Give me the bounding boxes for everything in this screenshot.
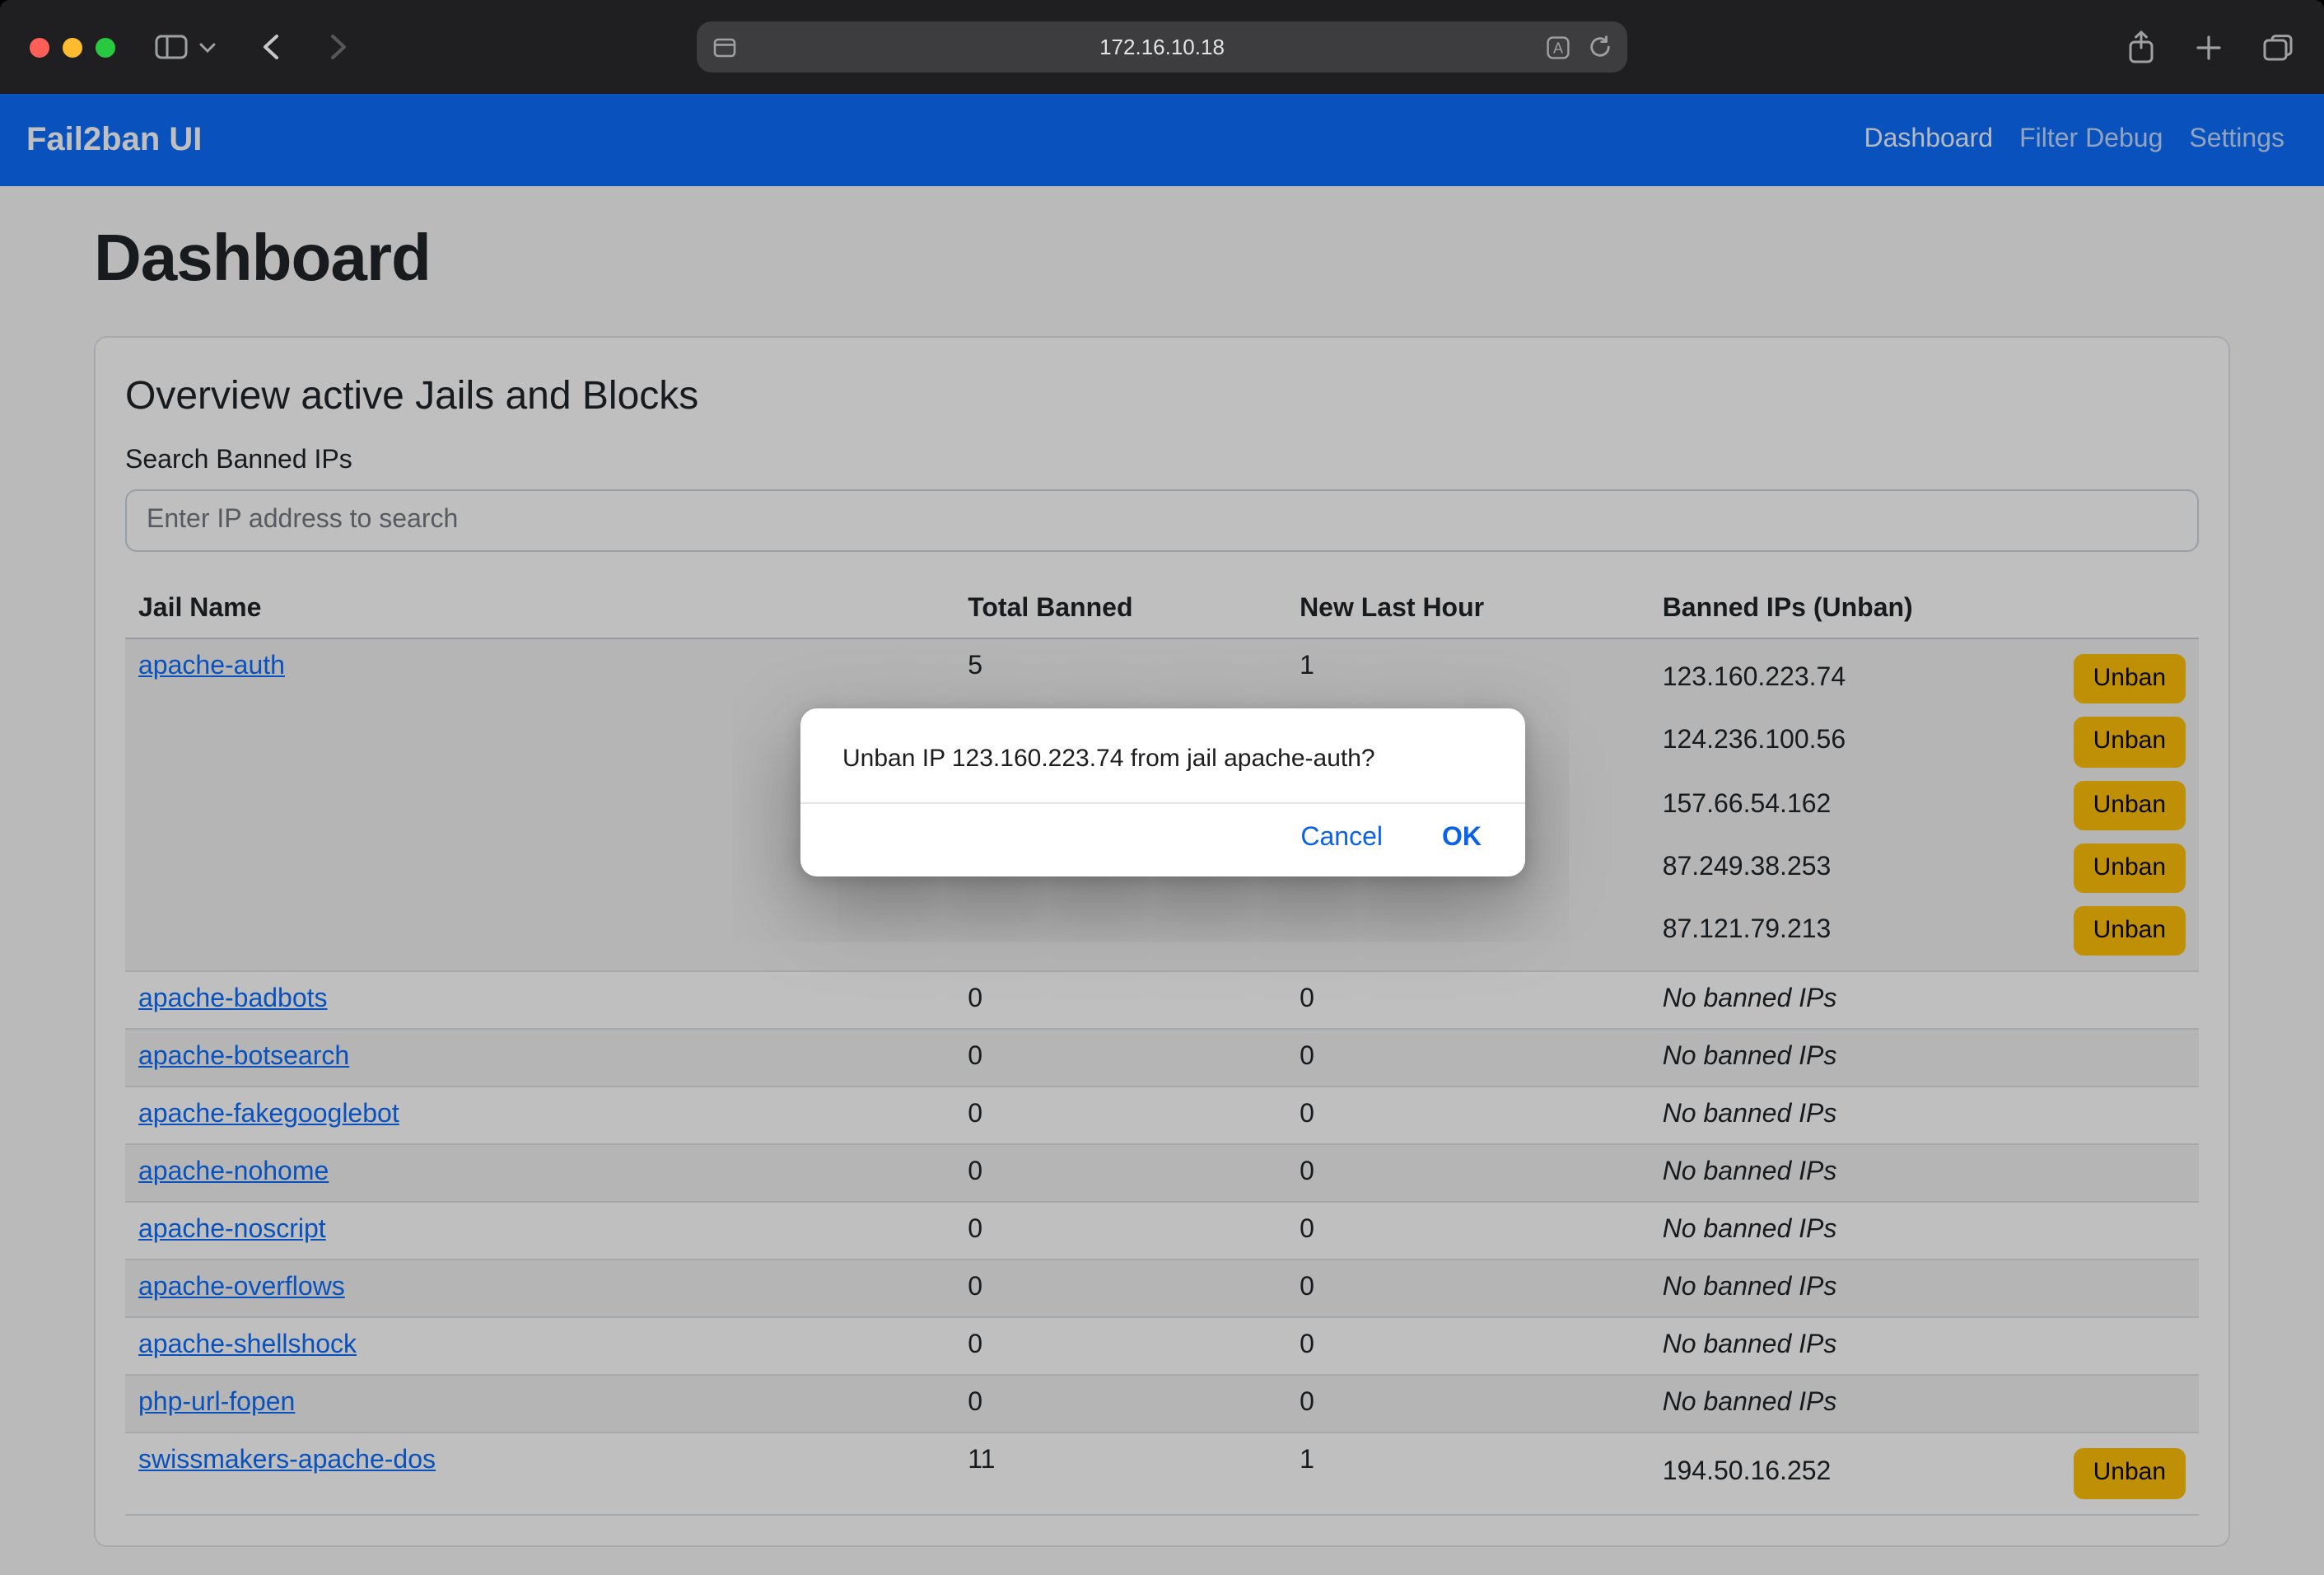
translate-icon[interactable]: A bbox=[1547, 35, 1570, 58]
sidebar-toggle-icon[interactable] bbox=[155, 35, 188, 59]
confirm-dialog: Unban IP 123.160.223.74 from jail apache… bbox=[800, 708, 1524, 876]
svg-text:A: A bbox=[1553, 39, 1563, 55]
url-text[interactable]: 172.16.10.18 bbox=[697, 35, 1627, 59]
minimize-window-button[interactable] bbox=[63, 37, 82, 57]
dialog-footer: Cancel OK bbox=[800, 802, 1524, 876]
close-window-button[interactable] bbox=[30, 37, 49, 57]
address-bar[interactable]: 172.16.10.18 A bbox=[697, 21, 1627, 72]
browser-window: 172.16.10.18 A bbox=[0, 0, 2324, 1575]
tab-overview-icon[interactable] bbox=[2261, 32, 2294, 62]
chevron-down-icon[interactable] bbox=[199, 42, 216, 52]
cancel-button[interactable]: Cancel bbox=[1297, 817, 1386, 860]
share-icon[interactable] bbox=[2126, 30, 2156, 64]
zoom-window-button[interactable] bbox=[96, 37, 115, 57]
reload-icon[interactable] bbox=[1588, 35, 1612, 59]
page-settings-icon[interactable] bbox=[713, 37, 736, 57]
ok-button[interactable]: OK bbox=[1439, 817, 1485, 860]
window-controls bbox=[0, 37, 115, 57]
dialog-message: Unban IP 123.160.223.74 from jail apache… bbox=[800, 708, 1524, 802]
forward-button[interactable] bbox=[329, 33, 348, 61]
back-button[interactable] bbox=[262, 33, 280, 61]
browser-toolbar: 172.16.10.18 A bbox=[0, 0, 2324, 94]
new-tab-icon[interactable] bbox=[2196, 34, 2222, 60]
web-content: Fail2ban UI Dashboard Filter Debug Setti… bbox=[0, 94, 2324, 1575]
